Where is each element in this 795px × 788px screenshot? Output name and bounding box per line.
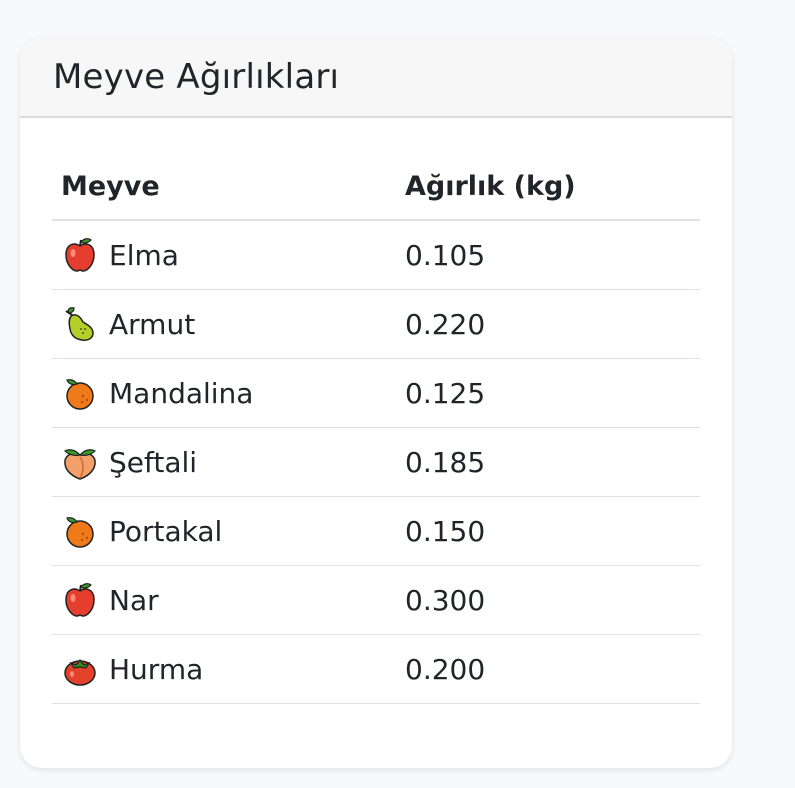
- fruit-name: Nar: [109, 583, 159, 617]
- fruit-weights-card: Meyve Ağırlıkları Meyve Ağırlık (kg) Elm…: [20, 38, 732, 768]
- tangerine-icon: [61, 374, 99, 412]
- fruit-table-container: Meyve Ağırlık (kg) Elma 0.105 Armut 0.22…: [52, 153, 700, 704]
- table-header-row: Meyve Ağırlık (kg): [52, 153, 700, 221]
- persimmon-icon: [61, 650, 99, 688]
- column-header-fruit: Meyve: [52, 153, 396, 221]
- fruit-name: Hurma: [109, 652, 204, 686]
- table-row: Elma 0.105: [52, 220, 700, 290]
- peach-icon: [61, 443, 99, 481]
- card-header: Meyve Ağırlıkları: [20, 38, 732, 118]
- column-header-weight: Ağırlık (kg): [396, 153, 700, 221]
- table-row: Mandalina 0.125: [52, 358, 700, 428]
- fruit-weight: 0.125: [396, 358, 700, 428]
- table-row: Şeftali 0.185: [52, 427, 700, 497]
- fruit-weight: 0.105: [396, 220, 700, 290]
- table-row: Portakal 0.150: [52, 496, 700, 566]
- fruit-name: Portakal: [109, 514, 223, 548]
- orange-icon: [61, 512, 99, 550]
- fruit-weight: 0.200: [396, 634, 700, 704]
- fruit-name: Şeftali: [109, 445, 198, 479]
- fruit-name: Elma: [109, 238, 179, 272]
- fruit-weight-table: Meyve Ağırlık (kg) Elma 0.105 Armut 0.22…: [52, 153, 700, 704]
- pear-icon: [61, 305, 99, 343]
- card-title: Meyve Ağırlıkları: [53, 57, 340, 97]
- table-row: Nar 0.300: [52, 565, 700, 635]
- table-row: Hurma 0.200: [52, 634, 700, 704]
- fruit-weight: 0.300: [396, 565, 700, 635]
- fruit-weight: 0.185: [396, 427, 700, 497]
- fruit-name: Mandalina: [109, 376, 254, 410]
- fruit-weight: 0.150: [396, 496, 700, 566]
- fruit-name: Armut: [109, 307, 196, 341]
- pomegranate-icon: [61, 581, 99, 619]
- fruit-weight: 0.220: [396, 289, 700, 359]
- table-row: Armut 0.220: [52, 289, 700, 359]
- apple-icon: [61, 236, 99, 274]
